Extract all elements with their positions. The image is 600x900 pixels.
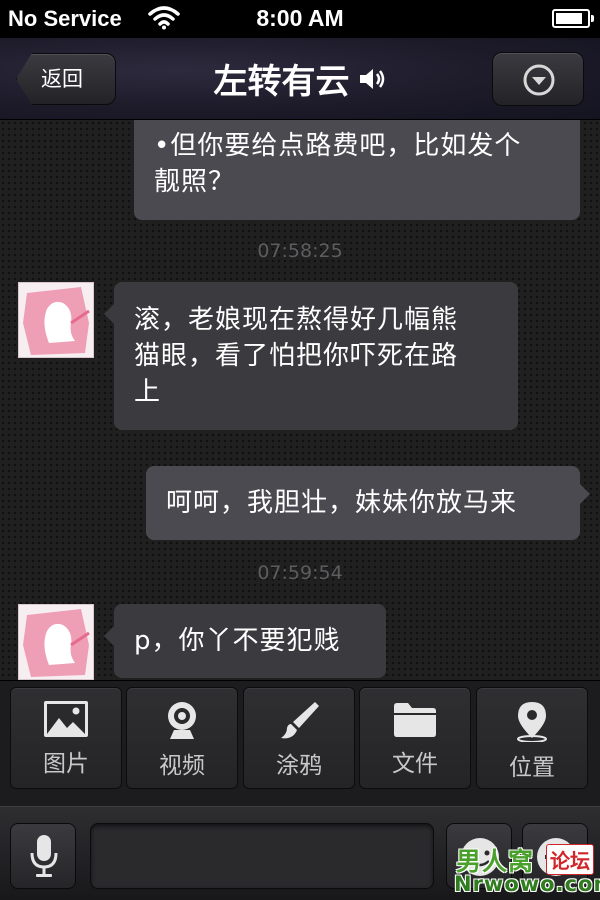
battery-icon [552,9,594,28]
message-line: 呵呵，我胆壮，妹妹你放马来 [166,488,518,518]
nav-bar: 返回 左转有云 [0,38,600,120]
microphone-icon [30,835,58,877]
message-bubble-received: p，你丫不要犯贱 [104,604,386,678]
message-bubble-sent: 呵呵，我胆壮，妹妹你放马来 [146,466,590,540]
tool-label: 位置 [509,755,555,781]
message-line: 滚，老娘现在熬得好几幅熊 [134,305,459,335]
tool-doodle-button[interactable]: 涂鸦 [243,687,355,789]
tool-image-button[interactable]: 图片 [10,687,122,789]
message-line: 上 [134,377,162,407]
webcam-icon [168,702,196,739]
message-bubble-received: 滚，老娘现在熬得好几幅熊 猫眼，看了怕把你吓死在路 上 [104,282,518,430]
tool-label: 视频 [159,753,205,779]
tool-file-button[interactable]: 文件 [359,687,471,789]
message-line: •但你要给点路费吧，比如发个 [154,131,522,161]
speaker-icon[interactable] [357,66,387,92]
status-time: 8:00 AM [256,5,344,31]
folder-icon [394,703,436,737]
location-pin-icon [517,702,547,742]
tool-label: 文件 [392,751,438,777]
message-line: p，你丫不要犯贱 [134,626,341,656]
timestamp: 07:58:25 [257,240,343,262]
message-line: 猫眼，看了怕把你吓死在路 [134,341,459,371]
image-icon [44,701,88,737]
message-input[interactable] [90,823,434,889]
chat-area[interactable]: •但你要给点路费吧，比如发个 靓照？ 07:58:25 滚，老娘现在熬得好几幅熊… [0,120,600,680]
voice-button[interactable] [10,823,76,889]
avatar[interactable] [18,282,94,358]
site-watermark: 男人窝 论坛 Nrwowo.com [454,842,600,898]
status-bar: No Service 8:00 AM [0,0,600,38]
message-bubble-sent: •但你要给点路费吧，比如发个 靓照？ [134,120,580,220]
message-line: 靓照？ [154,167,236,197]
watermark-badge: 论坛 [546,844,594,875]
tool-label: 涂鸦 [276,753,322,779]
avatar-image [19,283,93,357]
watermark-url: Nrwowo.com [454,872,600,896]
avatar[interactable] [18,604,94,680]
chevron-down-circle-icon [523,64,555,96]
attachment-panel: 图片 视频 涂鸦 文件 位置 [0,680,600,806]
tool-location-button[interactable]: 位置 [476,687,588,789]
menu-button[interactable] [492,52,584,106]
tool-video-button[interactable]: 视频 [126,687,238,789]
tool-label: 图片 [43,751,89,777]
brush-icon [281,702,319,739]
avatar-image [19,605,93,679]
contact-name: 左转有云 [213,62,350,102]
timestamp: 07:59:54 [257,562,343,584]
